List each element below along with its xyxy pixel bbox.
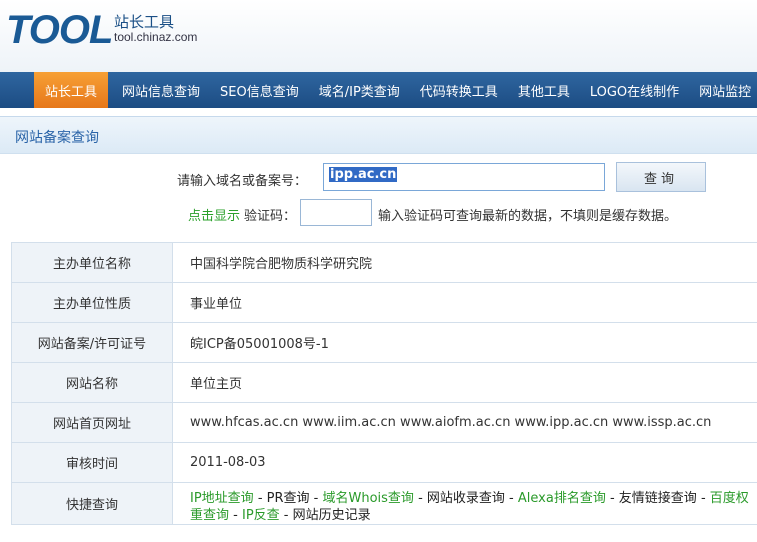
captcha-label: 验证码： [244, 209, 297, 224]
nav-item-site-info[interactable]: 网站信息查询 [112, 72, 210, 108]
row-value: 中国科学院合肥物质科学研究院 [190, 257, 373, 272]
nav-item-site-monitor[interactable]: 网站监控 [689, 72, 757, 108]
quick-links: IP地址查询 - PR查询 - 域名Whois查询 - 网站收录查询 - Ale… [173, 483, 757, 524]
table-row: 网站名称 单位主页 [11, 363, 757, 403]
table-row: 审核时间 2011-08-03 [11, 443, 757, 483]
page-title: 网站备案查询 [15, 130, 99, 146]
domain-label: 请输入域名或备案号： [177, 174, 308, 189]
site-header: TOOL 站长工具 tool.chinaz.com [0, 0, 757, 72]
quick-link-history[interactable]: 网站历史记录 [293, 508, 371, 523]
quick-link-friend-links[interactable]: 友情链接查询 [619, 491, 697, 506]
main-nav: 站长工具 网站信息查询 SEO信息查询 域名/IP类查询 代码转换工具 其他工具… [0, 72, 757, 108]
results-table: 主办单位名称 中国科学院合肥物质科学研究院 主办单位性质 事业单位 网站备案/许… [11, 242, 757, 525]
captcha-hint: 输入验证码可查询最新的数据，不填则是缓存数据。 [378, 209, 678, 224]
separator: - [229, 508, 242, 523]
separator: - [605, 491, 619, 506]
row-label: 主办单位名称 [11, 243, 173, 282]
quick-link-pr[interactable]: PR查询 [267, 491, 310, 506]
show-captcha-link[interactable]: 点击显示 [188, 205, 240, 224]
nav-item-code-convert[interactable]: 代码转换工具 [410, 72, 508, 108]
table-row: 网站备案/许可证号 皖ICP备05001008号-1 [11, 323, 757, 363]
row-label: 主办单位性质 [11, 283, 173, 322]
logo-wordmark: TOOL [6, 8, 113, 52]
row-label: 审核时间 [11, 443, 173, 482]
table-row: 网站首页网址 www.hfcas.ac.cn www.iim.ac.cn www… [11, 403, 757, 443]
separator: - [413, 491, 427, 506]
row-value: 2011-08-03 [190, 455, 266, 470]
table-row: 主办单位名称 中国科学院合肥物质科学研究院 [11, 243, 757, 283]
quick-link-index[interactable]: 网站收录查询 [427, 491, 505, 506]
logo-chinese-title: 站长工具 [114, 13, 175, 31]
row-value: www.hfcas.ac.cn www.iim.ac.cn www.aiofm.… [190, 415, 712, 430]
logo-domain: tool.chinaz.com [114, 30, 198, 44]
row-value: 事业单位 [190, 297, 243, 312]
captcha-row: 点击显示 验证码： 输入验证码可查询最新的数据，不填则是缓存数据。 [0, 199, 757, 227]
row-value: 皖ICP备05001008号-1 [190, 337, 329, 352]
separator: - [696, 491, 710, 506]
quick-link-alexa[interactable]: Alexa排名查询 [518, 491, 606, 506]
domain-query-row: 请输入域名或备案号： ipp.ac.cn 查询 [0, 162, 757, 192]
quick-link-whois[interactable]: 域名Whois查询 [323, 491, 414, 506]
separator: - [279, 508, 293, 523]
separator: - [253, 491, 267, 506]
row-label: 网站首页网址 [11, 403, 173, 442]
table-row: 主办单位性质 事业单位 [11, 283, 757, 323]
row-label: 网站备案/许可证号 [11, 323, 173, 362]
table-row-quick-query: 快捷查询 IP地址查询 - PR查询 - 域名Whois查询 - 网站收录查询 … [11, 483, 757, 525]
nav-item-logo-maker[interactable]: LOGO在线制作 [580, 72, 689, 108]
query-button[interactable]: 查询 [616, 162, 706, 192]
nav-item-other-tools[interactable]: 其他工具 [508, 72, 580, 108]
separator: - [504, 491, 518, 506]
captcha-input[interactable] [300, 199, 372, 226]
domain-input-value: ipp.ac.cn [329, 167, 398, 182]
quick-link-ip[interactable]: IP地址查询 [190, 491, 254, 506]
quick-link-ip-reverse[interactable]: IP反查 [242, 508, 280, 523]
nav-item-seo-info[interactable]: SEO信息查询 [210, 72, 309, 108]
page-title-bar: 网站备案查询 [0, 116, 757, 154]
row-label: 快捷查询 [11, 483, 173, 524]
row-label: 网站名称 [11, 363, 173, 402]
row-value: 单位主页 [190, 377, 243, 392]
separator: - [309, 491, 323, 506]
nav-item-webmaster-tools[interactable]: 站长工具 [34, 72, 109, 108]
site-logo[interactable]: TOOL 站长工具 tool.chinaz.com [6, 8, 206, 58]
nav-item-domain-ip[interactable]: 域名/IP类查询 [309, 72, 410, 108]
domain-input[interactable]: ipp.ac.cn [323, 163, 605, 191]
